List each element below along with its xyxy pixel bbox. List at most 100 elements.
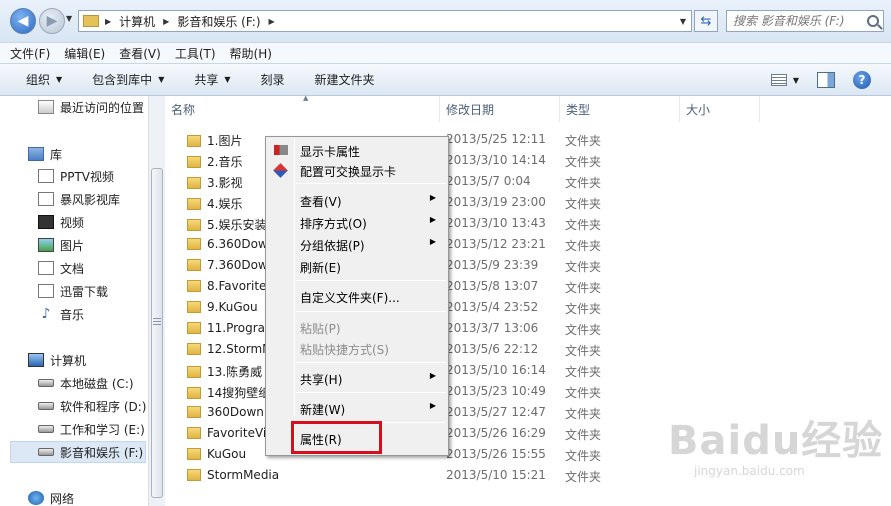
sidebar-item-music[interactable]: ♪ 音乐: [38, 303, 84, 325]
folder-icon: [187, 155, 201, 168]
menu-item-switchable-graphics[interactable]: 配置可交换显示卡: [300, 163, 396, 180]
file-type: 文件夹: [565, 239, 602, 253]
organize-button[interactable]: 组织 ▼: [26, 71, 62, 88]
share-label: 共享: [194, 73, 219, 87]
file-name: 1.图片: [207, 134, 243, 148]
chevron-right-icon[interactable]: ▶: [269, 17, 275, 26]
chevron-down-icon[interactable]: ▼: [675, 17, 691, 26]
drive-icon: [38, 425, 54, 433]
menu-item-new[interactable]: 新建(W) ▶: [300, 401, 446, 418]
view-options-icon[interactable]: [770, 74, 787, 86]
breadcrumb-drive-f[interactable]: 影音和娱乐 (F:): [177, 13, 260, 30]
library-icon: [28, 147, 44, 161]
burn-label: 刻录: [260, 73, 285, 87]
menu-file[interactable]: 文件(F): [10, 45, 50, 62]
search-input[interactable]: [733, 14, 861, 28]
file-date: 2013/5/9 23:39: [446, 258, 539, 272]
file-date: 2013/5/10 16:14: [446, 363, 546, 377]
column-header-size[interactable]: 大小: [680, 96, 760, 122]
sidebar-item-recent[interactable]: 最近访问的位置: [38, 96, 144, 118]
sidebar-item-drive-e[interactable]: 工作和学习 (E:): [38, 418, 145, 440]
navigation-scrollbar[interactable]: [148, 96, 165, 506]
refresh-button[interactable]: ⇆: [694, 10, 718, 32]
file-date: 2013/5/12 23:21: [446, 237, 546, 251]
menu-item-share[interactable]: 共享(H) ▶: [300, 371, 446, 388]
help-icon[interactable]: ?: [853, 71, 871, 89]
file-type: 文件夹: [565, 218, 602, 232]
include-in-library-button[interactable]: 包含到库中 ▼: [92, 71, 164, 88]
breadcrumb-computer[interactable]: 计算机: [119, 13, 155, 30]
sidebar-item-drive-c[interactable]: 本地磁盘 (C:): [38, 372, 134, 394]
column-header-type[interactable]: 类型: [560, 96, 680, 122]
sidebar-item-documents[interactable]: 文档: [38, 257, 84, 279]
file-name: 14搜狗壁纸: [207, 386, 271, 400]
sidebar-item-thunder[interactable]: 迅雷下载: [38, 280, 108, 302]
address-bar[interactable]: ▶ 计算机 ▶ 影音和娱乐 (F:) ▶ ▼: [78, 10, 692, 32]
menu-separator: [296, 311, 446, 312]
refresh-icon: ⇆: [700, 13, 712, 29]
folder-icon: [187, 343, 201, 355]
new-folder-button[interactable]: 新建文件夹: [315, 71, 375, 88]
search-box[interactable]: [726, 10, 884, 32]
include-label: 包含到库中: [92, 73, 153, 87]
file-type: 文件夹: [565, 449, 602, 463]
sidebar-item-baofeng[interactable]: 暴风影视库: [38, 188, 120, 210]
sort-ascending-icon: ▲: [303, 94, 309, 102]
file-date: 2013/5/26 16:29: [446, 426, 546, 440]
share-button[interactable]: 共享 ▼: [194, 71, 230, 88]
file-type: 文件夹: [565, 155, 602, 169]
forward-button[interactable]: ▶: [39, 8, 65, 34]
sidebar-item-pptv[interactable]: PPTV视频: [38, 165, 114, 187]
sidebar-item-label: 视频: [60, 215, 85, 230]
sidebar-item-label: 影音和娱乐 (F:): [60, 445, 144, 460]
chevron-right-icon[interactable]: ▶: [163, 17, 169, 26]
menu-item-customize-folder[interactable]: 自定义文件夹(F)...: [300, 289, 400, 306]
scrollbar-thumb[interactable]: [151, 168, 163, 498]
menu-help[interactable]: 帮助(H): [230, 45, 272, 62]
folder-icon: [187, 218, 201, 231]
sidebar-item-library[interactable]: 库: [28, 143, 62, 165]
drive-icon: [38, 379, 54, 387]
sidebar-item-drive-f[interactable]: 影音和娱乐 (F:): [10, 441, 146, 463]
recent-pages-dropdown[interactable]: ▼: [66, 14, 72, 23]
menu-item-view[interactable]: 查看(V) ▶: [300, 193, 446, 210]
file-date: 2013/5/10 15:21: [446, 468, 546, 482]
chevron-down-icon[interactable]: ▼: [793, 76, 799, 85]
menu-item-sort[interactable]: 排序方式(O) ▶: [300, 215, 446, 232]
folder-icon: [187, 238, 201, 250]
menu-item-refresh[interactable]: 刷新(E): [300, 259, 341, 276]
burn-button[interactable]: 刻录: [261, 71, 285, 88]
menu-item-paste-shortcut[interactable]: 粘贴快捷方式(S): [300, 341, 389, 358]
sidebar-item-drive-d[interactable]: 软件和程序 (D:): [38, 395, 146, 417]
file-date: 2013/5/23 10:49: [446, 384, 546, 398]
file-type: 文件夹: [565, 302, 602, 316]
search-icon[interactable]: [867, 15, 879, 27]
sidebar-item-label: 音乐: [60, 307, 85, 322]
menu-edit[interactable]: 编辑(E): [64, 45, 105, 62]
sidebar-item-label: 工作和学习 (E:): [60, 422, 145, 437]
menu-item-display-properties[interactable]: 显示卡属性: [300, 143, 360, 160]
sidebar-item-label: 图片: [60, 238, 85, 253]
computer-icon: [28, 353, 44, 367]
sidebar-item-network[interactable]: 网络: [28, 487, 74, 506]
menu-tools[interactable]: 工具(T): [175, 45, 216, 62]
menu-view[interactable]: 查看(V): [119, 45, 161, 62]
file-name: FavoriteVic: [207, 426, 273, 440]
sidebar-item-computer[interactable]: 计算机: [28, 349, 86, 371]
back-button[interactable]: ◀: [10, 8, 36, 34]
sidebar-item-videos[interactable]: 视频: [38, 211, 84, 233]
folder-icon: [187, 448, 201, 460]
preview-pane-icon[interactable]: [817, 72, 835, 88]
column-header-name[interactable]: 名称 ▲: [165, 94, 440, 122]
music-note-icon: ♪: [41, 306, 51, 322]
sidebar-item-label: 网络: [50, 491, 75, 506]
menu-item-paste[interactable]: 粘贴(P): [300, 320, 341, 337]
menu-item-group[interactable]: 分组依据(P) ▶: [300, 237, 446, 254]
chevron-right-icon[interactable]: ▶: [105, 17, 111, 26]
file-name: 5.娱乐安装: [207, 218, 267, 232]
network-icon: [28, 491, 44, 505]
watermark-logo: Baidu经验: [668, 418, 884, 464]
sidebar-item-pictures[interactable]: 图片: [38, 234, 84, 256]
column-header-date[interactable]: 修改日期: [440, 96, 560, 122]
column-label: 大小: [686, 102, 711, 117]
